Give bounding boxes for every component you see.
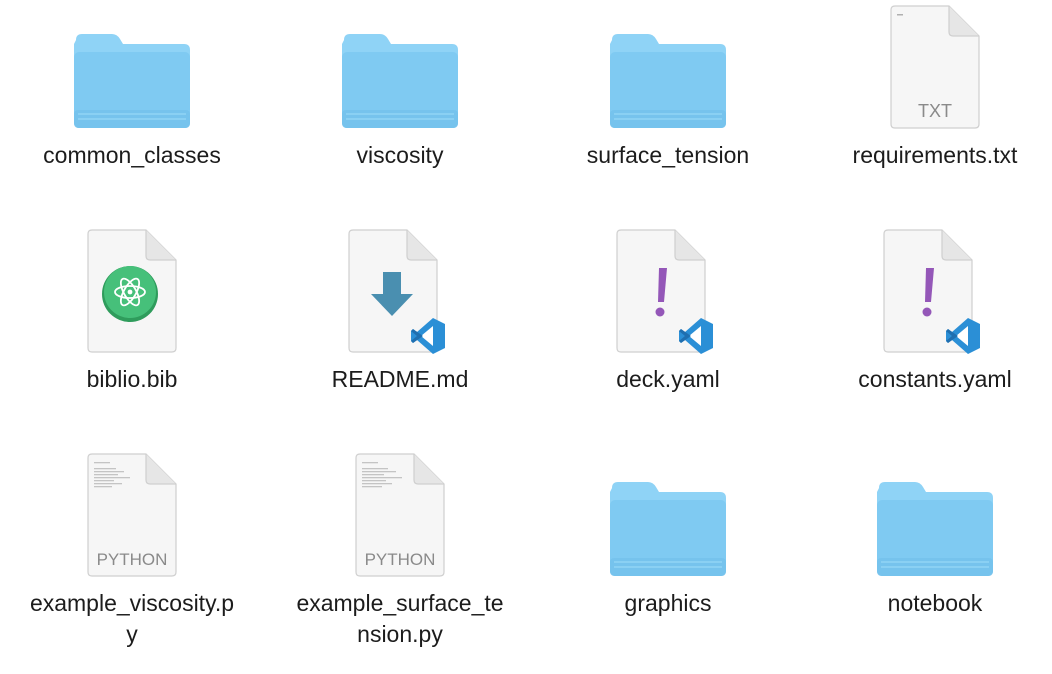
- file-item-biblio-bib[interactable]: biblio.bib: [7, 224, 257, 395]
- file-type-badge: PYTHON: [97, 550, 168, 569]
- file-label: constants.yaml: [858, 366, 1012, 392]
- folder-icon: [330, 0, 470, 130]
- file-label: viscosity: [356, 142, 444, 168]
- file-item-graphics[interactable]: graphics: [543, 448, 793, 619]
- file-label: biblio.bib: [86, 366, 178, 392]
- file-label-line: example_viscosity.p: [29, 590, 235, 616]
- file-item-example-viscosity-py[interactable]: PYTHON example_viscosity.p y: [7, 448, 257, 650]
- file-type-badge: TXT: [918, 101, 952, 121]
- file-label: requirements.txt: [852, 142, 1018, 168]
- python-document-icon: PYTHON: [330, 448, 470, 578]
- file-item-common-classes[interactable]: common_classes: [7, 0, 257, 171]
- file-label: graphics: [624, 590, 712, 616]
- file-label-line: y: [126, 621, 138, 647]
- file-label-line: example_surface_te: [296, 590, 504, 616]
- file-item-requirements-txt[interactable]: TXT requirements.txt: [810, 0, 1052, 171]
- folder-icon: [598, 0, 738, 130]
- file-item-example-surface-tension-py[interactable]: PYTHON example_surface_te nsion.py: [275, 448, 525, 650]
- file-label: surface_tension: [586, 142, 750, 168]
- file-label: common_classes: [43, 142, 221, 168]
- file-label: deck.yaml: [616, 366, 720, 392]
- markdown-vscode-document-icon: [330, 224, 470, 354]
- file-item-readme-md[interactable]: README.md: [275, 224, 525, 395]
- file-item-notebook[interactable]: notebook: [810, 448, 1052, 619]
- folder-icon: [598, 448, 738, 578]
- file-type-badge: PYTHON: [365, 550, 436, 569]
- folder-icon: [865, 448, 1005, 578]
- file-label: example_surface_te nsion.py: [275, 588, 525, 650]
- python-document-icon: PYTHON: [62, 448, 202, 578]
- atom-document-icon: [62, 224, 202, 354]
- file-label: example_viscosity.p y: [7, 588, 257, 650]
- file-item-deck-yaml[interactable]: deck.yaml: [543, 224, 793, 395]
- file-label-line: nsion.py: [357, 621, 443, 647]
- folder-icon: [62, 0, 202, 130]
- yaml-vscode-document-icon: [865, 224, 1005, 354]
- txt-document-icon: TXT: [865, 0, 1005, 130]
- file-item-viscosity[interactable]: viscosity: [275, 0, 525, 171]
- yaml-vscode-document-icon: [598, 224, 738, 354]
- file-label: README.md: [331, 366, 469, 392]
- file-item-constants-yaml[interactable]: constants.yaml: [810, 224, 1052, 395]
- file-label: notebook: [887, 590, 983, 616]
- file-item-surface-tension[interactable]: surface_tension: [543, 0, 793, 171]
